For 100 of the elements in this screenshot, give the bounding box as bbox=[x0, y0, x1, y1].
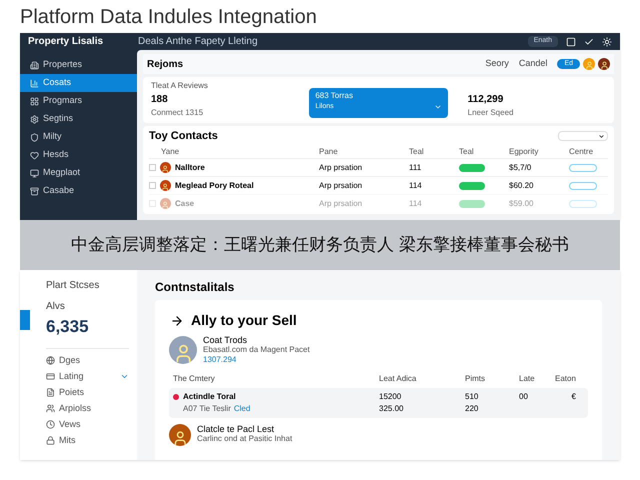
table-cell-text: $59.00 bbox=[509, 198, 534, 210]
sidebar-item[interactable]: Segtins bbox=[20, 110, 137, 128]
section-heading: Plart Stcses bbox=[46, 279, 100, 293]
avatar bbox=[583, 58, 595, 70]
profile-name: Coat Trods bbox=[203, 335, 248, 345]
table-cell-text: 325.00 bbox=[379, 403, 404, 415]
page-title: Platform Data Indules Integnation bbox=[19, 5, 318, 30]
archive-icon bbox=[30, 186, 39, 196]
card-title: Ally to your Sell bbox=[191, 311, 297, 330]
header-title: Rejoms bbox=[147, 58, 184, 72]
globe-icon bbox=[46, 356, 55, 365]
table-cell-text: 114 bbox=[409, 180, 423, 192]
stat-value: 683 Torras bbox=[315, 90, 354, 102]
sidebar-item[interactable]: Casabe bbox=[20, 182, 137, 200]
status-pill bbox=[459, 200, 485, 208]
sidebar-item[interactable]: Milty bbox=[20, 128, 137, 146]
column-header: The Cmtery bbox=[173, 373, 216, 385]
profile-name: Clatcle te Pacl Lest bbox=[197, 424, 276, 434]
stat-value: 112,299 bbox=[468, 93, 504, 107]
nav-item[interactable]: Lating bbox=[46, 368, 137, 384]
header-link[interactable]: Seory bbox=[485, 57, 509, 71]
status-pill bbox=[459, 182, 485, 190]
avatar bbox=[169, 336, 197, 364]
column-header: Centre bbox=[569, 146, 594, 158]
status-pill bbox=[459, 164, 485, 172]
column-header: Leat Adica bbox=[379, 373, 418, 385]
row-title: Actindle Toral bbox=[183, 391, 236, 403]
select-field[interactable] bbox=[558, 131, 608, 141]
brand-title: Property Lisalis bbox=[28, 35, 104, 49]
monitor-icon bbox=[30, 168, 39, 178]
building-icon bbox=[30, 60, 39, 70]
stat-label: Alvs bbox=[46, 300, 66, 314]
column-header: Teal bbox=[459, 146, 475, 158]
chevron-icon bbox=[598, 132, 605, 140]
table-cell-text: 00 bbox=[519, 391, 529, 403]
bar-chart-icon bbox=[30, 78, 39, 88]
stat-value: 188 bbox=[151, 93, 169, 107]
stat-caption: Conmect 1315 bbox=[151, 107, 204, 119]
table-cell-text: Arp prsation bbox=[319, 162, 364, 174]
column-header: Yane bbox=[160, 146, 180, 158]
window-title: Deals Anthe Fapety Lleting bbox=[138, 35, 259, 49]
headline-banner: 中金高层调整落定：王曙光兼任财务负责人 梁东擎接棒董事会秘书 bbox=[20, 220, 620, 270]
nav-item[interactable]: Dges bbox=[46, 352, 137, 368]
table-cell-text: $60.20 bbox=[509, 180, 534, 192]
settings-icon bbox=[30, 114, 39, 124]
card-icon bbox=[46, 372, 55, 381]
table-cell-text: 510 bbox=[465, 391, 480, 403]
column-header: Pane bbox=[319, 146, 339, 158]
window-icon[interactable] bbox=[566, 36, 576, 46]
action-pill[interactable] bbox=[569, 182, 597, 190]
table-row[interactable]: Actindle Toral A07 Tie Teslir Cled 15200 325.00 510 220 00 € bbox=[169, 388, 588, 418]
shield-icon bbox=[30, 132, 39, 142]
sidebar-item[interactable]: Progmars bbox=[20, 92, 137, 110]
contact-name: Case bbox=[175, 198, 194, 210]
table-cell-text: $5,7/0 bbox=[509, 162, 532, 174]
nav-item[interactable]: Arpiolss bbox=[46, 400, 137, 416]
table-cell-text: 15200 bbox=[379, 391, 402, 403]
avatar bbox=[160, 180, 171, 191]
profile-line: Carlinc ond at Pasitic Inhat bbox=[197, 434, 292, 444]
grid-icon bbox=[30, 96, 39, 106]
table-cell-text: 114 bbox=[409, 198, 423, 210]
contact-name: Nalltore bbox=[175, 162, 205, 174]
row-subtitle: A07 Tie Teslir bbox=[183, 403, 231, 415]
nav-item[interactable]: Vews bbox=[46, 416, 137, 432]
document-icon bbox=[46, 388, 55, 397]
sidebar-item[interactable]: Megplaot bbox=[20, 164, 137, 182]
side-tab[interactable] bbox=[20, 310, 30, 330]
row-link[interactable]: Cled bbox=[234, 403, 250, 415]
users-icon bbox=[46, 404, 55, 413]
header-link[interactable]: Candel bbox=[518, 57, 548, 71]
column-header: Eaton bbox=[555, 373, 577, 385]
table-cell-text: € bbox=[570, 391, 577, 403]
row-checkbox[interactable] bbox=[149, 164, 156, 171]
column-header: Pimts bbox=[465, 373, 486, 385]
lock-icon bbox=[46, 436, 55, 445]
table-cell-text: Arp prsation bbox=[319, 180, 364, 192]
stat-value: 6,335 bbox=[46, 316, 90, 338]
table-cell-text: 111 bbox=[409, 162, 422, 174]
sidebar-item[interactable]: Propertes bbox=[20, 56, 137, 74]
profile-line: Ebasatl.com da Magent Pacet bbox=[203, 345, 310, 355]
stats-heading: Tleat A Reviews bbox=[151, 80, 208, 92]
avatar bbox=[160, 162, 171, 173]
nav-item[interactable]: Poiets bbox=[46, 384, 137, 400]
profile-link[interactable]: 1307.294 bbox=[203, 355, 310, 365]
nav-item[interactable]: Mits bbox=[46, 432, 137, 448]
avatar bbox=[169, 424, 191, 446]
avatar bbox=[598, 58, 610, 70]
contacts-title: Toy Contacts bbox=[149, 128, 218, 144]
column-header: Teal bbox=[409, 146, 425, 158]
clock-icon bbox=[46, 420, 55, 429]
avatar bbox=[160, 198, 171, 209]
check-icon[interactable] bbox=[584, 36, 594, 46]
heart-icon bbox=[30, 150, 39, 160]
sidebar-item[interactable]: Cosats bbox=[20, 74, 137, 92]
sidebar-item[interactable]: Hesds bbox=[20, 146, 137, 164]
page-heading: Contnstalitals bbox=[155, 279, 236, 296]
column-header: Egpority bbox=[509, 146, 540, 158]
row-checkbox[interactable] bbox=[149, 182, 156, 189]
table-cell-text: Arp prsation bbox=[319, 198, 364, 210]
action-pill[interactable] bbox=[569, 164, 597, 172]
